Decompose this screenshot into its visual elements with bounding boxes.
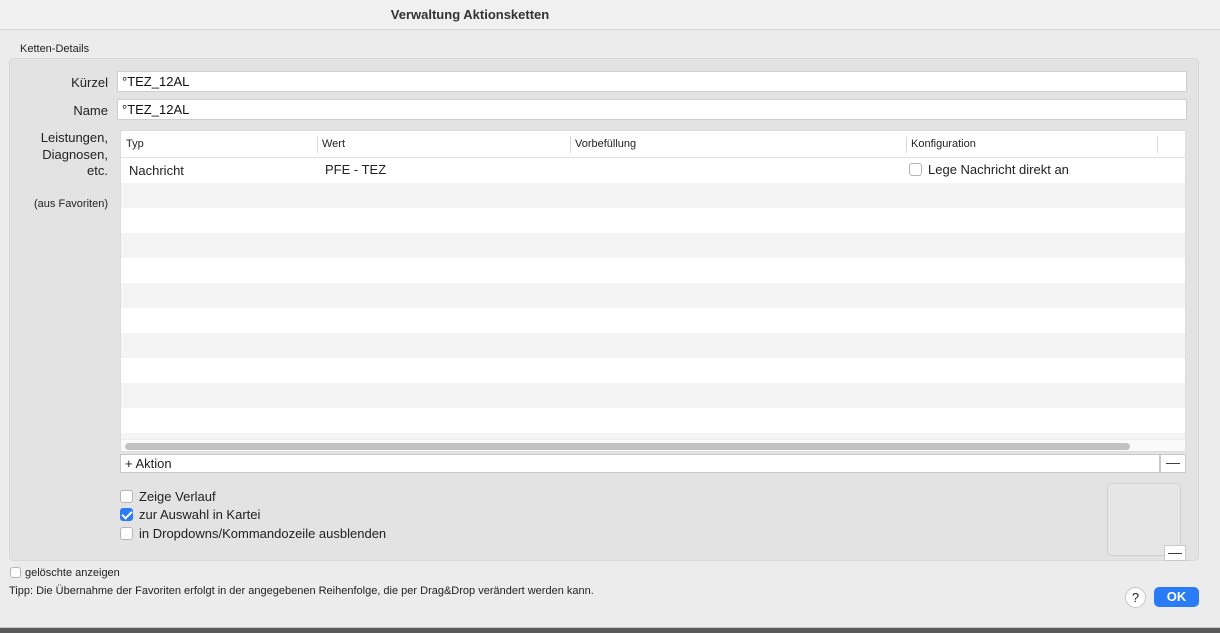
name-label: Name [73,103,108,118]
help-button[interactable]: ? [1125,587,1146,608]
show-deleted-checkbox[interactable] [10,566,21,578]
remove-action-button[interactable]: — [1160,454,1186,473]
title-bar: Verwaltung Aktionsketten [0,0,1220,30]
column-header-vorbefuellung[interactable]: Vorbefüllung [570,138,636,150]
column-header-wert[interactable]: Wert [317,138,345,150]
table-row[interactable] [121,358,1185,383]
ok-button[interactable]: OK [1154,587,1199,607]
window-title: Verwaltung Aktionsketten [390,7,550,22]
column-header-typ[interactable]: Typ [121,138,144,150]
cell-wert: PFE - TEZ [325,162,387,177]
column-divider[interactable] [1157,136,1158,153]
option-show-history[interactable]: Zeige Verlauf [120,489,216,504]
table-row[interactable] [121,308,1185,333]
section-label: Ketten-Details [20,43,90,55]
scrollbar-thumb[interactable] [125,443,1130,450]
direct-message-checkbox[interactable] [909,163,922,177]
option-selection-in-file[interactable]: zur Auswahl in Kartei [120,507,260,522]
show-deleted-label: gelöschte anzeigen [25,567,120,579]
table-body: Nachricht PFE - TEZ Lege Nachricht direk… [121,158,1185,451]
kuerzel-label: Kürzel [71,75,108,90]
items-label-line: Leistungen, [40,130,108,145]
show-history-checkbox[interactable] [120,490,133,504]
table-row[interactable] [121,233,1185,258]
horizontal-scrollbar[interactable] [121,439,1185,451]
remove-preview-button[interactable]: — [1164,545,1186,561]
cell-konfiguration: Lege Nachricht direkt an [909,162,1069,177]
favorites-note: (aus Favoriten) [34,198,108,210]
actions-table[interactable]: Typ Wert Vorbefüllung Konfiguration Nach… [120,130,1186,452]
column-header-konfiguration[interactable]: Konfiguration [906,138,976,150]
hide-in-dropdowns-checkbox[interactable] [120,527,133,541]
dialog-window: Verwaltung Aktionsketten Ketten-Details … [0,0,1220,628]
tip-text: Tipp: Die Übernahme der Favoriten erfolg… [9,585,594,597]
table-row[interactable] [121,283,1185,308]
table-row[interactable] [121,333,1185,358]
name-input[interactable]: °TEZ_12AL [117,99,1187,120]
show-deleted-option[interactable]: gelöschte anzeigen [10,566,120,579]
items-label-line: etc. [87,163,108,178]
table-row[interactable] [121,208,1185,233]
table-row[interactable] [121,258,1185,283]
selection-in-file-checkbox[interactable] [120,508,133,522]
items-label: Leistungen, Diagnosen, etc. [8,130,108,180]
add-action-button[interactable]: + Aktion [120,454,1160,473]
desktop-strip [0,628,1220,633]
direct-message-label: Lege Nachricht direkt an [928,162,1069,177]
kuerzel-input[interactable]: °TEZ_12AL [117,71,1187,92]
cell-typ: Nachricht [129,163,184,178]
hide-in-dropdowns-label: in Dropdowns/Kommandozeile ausblenden [139,526,387,541]
table-header: Typ Wert Vorbefüllung Konfiguration [121,131,1185,158]
table-row[interactable] [121,183,1185,208]
show-history-label: Zeige Verlauf [139,489,216,504]
items-label-line: Diagnosen, [42,146,108,162]
table-row[interactable] [121,408,1185,433]
selection-in-file-label: zur Auswahl in Kartei [139,507,261,522]
option-hide-in-dropdowns[interactable]: in Dropdowns/Kommandozeile ausblenden [120,526,386,541]
table-row[interactable] [121,383,1185,408]
table-row[interactable]: Nachricht PFE - TEZ Lege Nachricht direk… [121,158,1185,183]
